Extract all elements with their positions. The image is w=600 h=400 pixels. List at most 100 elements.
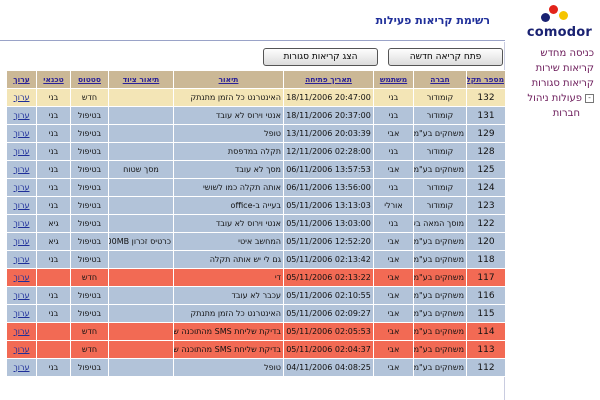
cell-technician: גיא xyxy=(36,214,71,233)
cell-equipment xyxy=(108,304,174,323)
cell-number: 115 xyxy=(466,304,506,323)
edit-link[interactable]: ערוך xyxy=(6,160,37,179)
cell-description: מסך לא עובד xyxy=(173,160,284,179)
edit-link[interactable]: ערוך xyxy=(6,340,37,359)
table-row[interactable]: 129 משחקים בע"מ אבי 20:03:39 13/11/2006 טופל… xyxy=(6,124,506,143)
page-header: רשימת קריאות פעילות comodor xyxy=(0,0,600,42)
cell-description: עכבר לא עובד xyxy=(173,286,284,305)
cell-description: בעייה ב-office xyxy=(173,196,284,215)
cell-equipment xyxy=(108,142,174,161)
cell-description: טופל xyxy=(173,124,284,143)
table-row[interactable]: 131 קומודור בני 20:37:00 18/11/2006 אנטי ויר… xyxy=(6,106,506,125)
cell-technician: בני xyxy=(36,178,71,197)
cell-user: בני xyxy=(373,106,414,125)
edit-link[interactable]: ערוך xyxy=(6,214,37,233)
cell-status: בטיפול xyxy=(70,106,109,125)
table-row[interactable]: 125 משחקים בע"מ אבי 13:57:53 06/11/2006 מסך … xyxy=(6,160,506,179)
sidebar-item-service-calls[interactable]: קריאות שירות xyxy=(505,61,600,76)
column-header-status[interactable]: סטטוס xyxy=(70,70,109,89)
cell-company: קומודור xyxy=(413,142,467,161)
show-closed-calls-button[interactable]: הצג קריאות סגורות xyxy=(263,48,378,66)
cell-open-date: 13:57:53 06/11/2006 xyxy=(283,160,374,179)
table-row[interactable]: 117 משחקים בע"מ אבי 02:13:22 05/11/2006 די חד… xyxy=(6,268,506,287)
edit-link[interactable]: ערוך xyxy=(6,178,37,197)
cell-open-date: 02:04:37 05/11/2006 xyxy=(283,340,374,359)
cell-technician: גיא xyxy=(36,232,71,251)
column-header-open-date[interactable]: תאריך פתיחה xyxy=(283,70,374,89)
edit-link[interactable]: ערוך xyxy=(6,286,37,305)
edit-link[interactable]: ערוך xyxy=(6,196,37,215)
cell-number: 118 xyxy=(466,250,506,269)
cell-number: 128 xyxy=(466,142,506,161)
cell-open-date: 02:09:27 05/11/2006 xyxy=(283,304,374,323)
table-row[interactable]: 114 משחקים בע"מ אבי 02:05:53 05/11/2006 בדיק… xyxy=(6,322,506,341)
table-row[interactable]: 112 משחקים בע"מ אבי 04:08:25 04/11/2006 טופל… xyxy=(6,358,506,377)
column-header-number[interactable]: מספר תקלה xyxy=(466,70,506,89)
cell-equipment: כרטיס זכרון 500MB xyxy=(108,232,174,251)
cell-number: 120 xyxy=(466,232,506,251)
column-header-technician[interactable]: טכנאי xyxy=(36,70,71,89)
cell-open-date: 20:37:00 18/11/2006 xyxy=(283,106,374,125)
table-row[interactable]: 118 משחקים בע"מ אבי 02:13:42 05/11/2006 גם ל… xyxy=(6,250,506,269)
cell-user: בני xyxy=(373,88,414,107)
cell-company: משחקים בע"מ xyxy=(413,232,467,251)
table-row[interactable]: 116 משחקים בע"מ אבי 02:10:55 05/11/2006 עכבר… xyxy=(6,286,506,305)
edit-link[interactable]: ערוך xyxy=(6,88,37,107)
table-row[interactable]: 124 קומודור בני 13:56:00 06/11/2006 אותה תקל… xyxy=(6,178,506,197)
sidebar-item-admin-actions[interactable]: -פעולות ניהול xyxy=(505,91,600,106)
cell-technician: בני xyxy=(36,124,71,143)
column-header-company[interactable]: חברה xyxy=(413,70,467,89)
table-row[interactable]: 132 קומודור בני 20:47:00 18/11/2006 האינטרנט… xyxy=(6,88,506,107)
table-row[interactable]: 128 קומודור בני 02:28:00 12/11/2006 תקלה במד… xyxy=(6,142,506,161)
cell-description: האינטרנט כל הזמן מתנתק xyxy=(173,304,284,323)
cell-company: משחקים בע"מ xyxy=(413,322,467,341)
table-row[interactable]: 115 משחקים בע"מ אבי 02:09:27 05/11/2006 האינ… xyxy=(6,304,506,323)
column-header-description[interactable]: תיאור xyxy=(173,70,284,89)
edit-link[interactable]: ערוך xyxy=(6,304,37,323)
collapse-icon[interactable]: - xyxy=(585,94,594,103)
sidebar-item-label: חברות xyxy=(552,108,580,119)
cell-open-date: 02:13:22 05/11/2006 xyxy=(283,268,374,287)
edit-link[interactable]: ערוך xyxy=(6,358,37,377)
table-row[interactable]: 113 משחקים בע"מ אבי 02:04:37 05/11/2006 בדיק… xyxy=(6,340,506,359)
edit-link[interactable]: ערוך xyxy=(6,250,37,269)
cell-number: 129 xyxy=(466,124,506,143)
sidebar-item-label: פעולות ניהול xyxy=(527,93,582,104)
cell-technician: בני xyxy=(36,358,71,377)
cell-company: משחקים בע"מ xyxy=(413,304,467,323)
edit-link[interactable]: ערוך xyxy=(6,322,37,341)
cell-equipment xyxy=(108,178,174,197)
cell-description: המחשב איטי xyxy=(173,232,284,251)
sidebar-item-closed-calls[interactable]: קריאות סגורות xyxy=(505,76,600,91)
edit-link[interactable]: ערוך xyxy=(6,268,37,287)
cell-number: 132 xyxy=(466,88,506,107)
new-call-button[interactable]: פתח קריאה חדשה xyxy=(388,48,503,66)
edit-link[interactable]: ערוך xyxy=(6,124,37,143)
table-row[interactable]: 122מוסך המאה בע"מבני13:03:00 05/11/2006א… xyxy=(6,214,506,233)
cell-technician: בני xyxy=(36,286,71,305)
table-row[interactable]: 123 קומודור אורלי 13:13:03 05/11/2006 בעייה … xyxy=(6,196,506,215)
column-header-equipment[interactable]: תיאור ציוד xyxy=(108,70,174,89)
cell-open-date: 13:56:00 06/11/2006 xyxy=(283,178,374,197)
cell-user: אבי xyxy=(373,232,414,251)
cell-user: אבי xyxy=(373,340,414,359)
cell-equipment xyxy=(108,268,174,287)
cell-status: בטיפול xyxy=(70,304,109,323)
comodor-logo: comodor xyxy=(506,2,596,42)
edit-link[interactable]: ערוך xyxy=(6,232,37,251)
cell-status: בטיפול xyxy=(70,232,109,251)
edit-link[interactable]: ערוך xyxy=(6,142,37,161)
sidebar-item-companies[interactable]: חברות xyxy=(505,106,600,121)
edit-link[interactable]: ערוך xyxy=(6,106,37,125)
table-row[interactable]: 120 משחקים בע"מ אבי 12:52:20 05/11/2006 המחש… xyxy=(6,232,506,251)
cell-description: גם לי יש אותה תקלה xyxy=(173,250,284,269)
cell-open-date: 20:47:00 18/11/2006 xyxy=(283,88,374,107)
cell-status: בטיפול xyxy=(70,160,109,179)
column-header-edit[interactable]: ערוך xyxy=(6,70,37,89)
cell-equipment: מסך שטוח xyxy=(108,160,174,179)
app-window: רשימת קריאות פעילות comodor כניסה מחדש ק… xyxy=(0,0,600,400)
cell-user: אבי xyxy=(373,268,414,287)
column-header-user[interactable]: משתמש xyxy=(373,70,414,89)
cell-open-date: 02:28:00 12/11/2006 xyxy=(283,142,374,161)
sidebar-item-relogin[interactable]: כניסה מחדש xyxy=(505,46,600,61)
